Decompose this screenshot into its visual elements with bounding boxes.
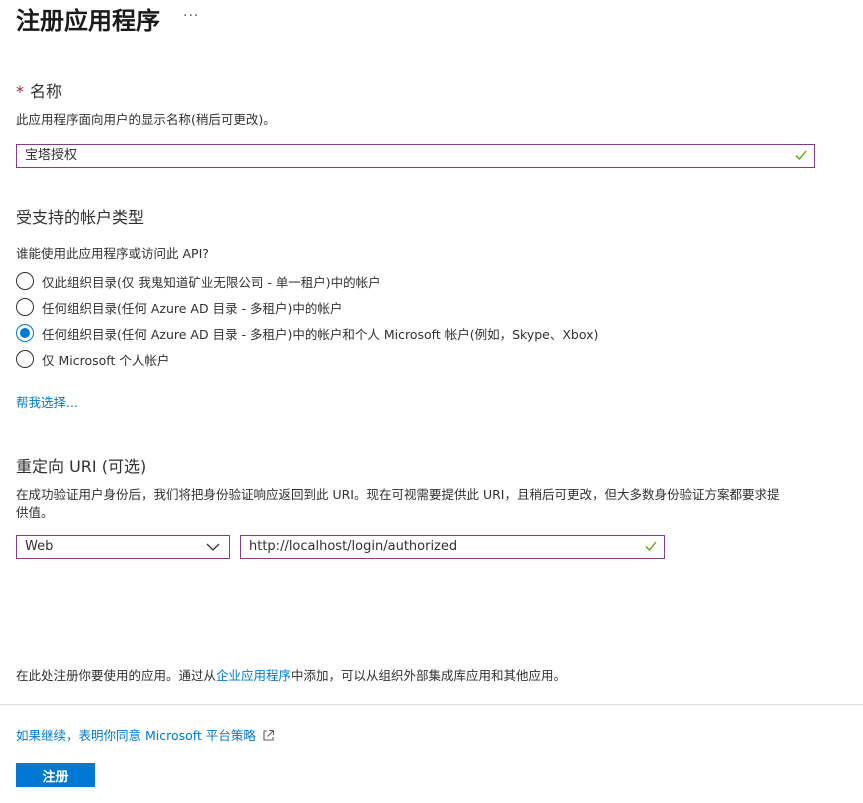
platform-select-value: Web — [25, 539, 54, 554]
radio-label: 任何组织目录(任何 Azure AD 目录 - 多租户)中的帐户和个人 Micr… — [42, 326, 599, 342]
name-label-text: 名称 — [30, 82, 63, 101]
name-label: * 名称 — [16, 81, 62, 103]
footer-note-prefix: 在此处注册你要使用的应用。通过从 — [16, 668, 217, 683]
platform-policy-link[interactable]: 如果继续，表明你同意 Microsoft 平台策略 — [16, 725, 275, 744]
name-input-value: 宝塔授权 — [25, 148, 78, 163]
help-me-choose-link[interactable]: 帮我选择... — [16, 392, 78, 411]
radio-button-selected[interactable] — [16, 324, 34, 342]
check-icon — [645, 541, 657, 551]
radio-label: 仅此组织目录(仅 我鬼知道矿业无限公司 - 单一租户)中的帐户 — [42, 274, 381, 290]
account-types-heading: 受支持的帐户类型 — [16, 208, 145, 227]
platform-select[interactable]: Web — [16, 535, 230, 559]
external-link-icon — [263, 729, 274, 741]
required-star: * — [16, 82, 24, 101]
radio-option-multi-tenant[interactable]: 任何组织目录(任何 Azure AD 目录 - 多租户)中的帐户 — [16, 297, 342, 317]
register-button[interactable]: 注册 — [16, 763, 95, 787]
divider — [0, 704, 863, 705]
radio-button[interactable] — [16, 298, 34, 316]
check-icon — [795, 150, 807, 160]
radio-label: 任何组织目录(任何 Azure AD 目录 - 多租户)中的帐户 — [42, 300, 343, 316]
redirect-uri-input-value: http://localhost/login/authorized — [249, 539, 458, 554]
radio-option-personal-only[interactable]: 仅 Microsoft 个人帐户 — [16, 349, 169, 369]
platform-policy-link-text: 如果继续，表明你同意 Microsoft 平台策略 — [16, 728, 256, 743]
redirect-uri-description: 在成功验证用户身份后，我们将把身份验证响应返回到此 URI。现在可视需要提供此 … — [16, 486, 836, 522]
more-options-icon[interactable]: ··· — [183, 8, 199, 24]
redirect-uri-heading: 重定向 URI (可选) — [16, 457, 147, 476]
name-description: 此应用程序面向用户的显示名称(稍后可更改)。 — [16, 112, 276, 127]
radio-option-multi-tenant-personal[interactable]: 任何组织目录(任何 Azure AD 目录 - 多租户)中的帐户和个人 Micr… — [16, 323, 598, 343]
radio-button[interactable] — [16, 272, 34, 290]
redirect-uri-description-line2: 供值。 — [16, 505, 54, 520]
radio-option-single-tenant[interactable]: 仅此组织目录(仅 我鬼知道矿业无限公司 - 单一租户)中的帐户 — [16, 271, 381, 291]
footer-note: 在此处注册你要使用的应用。通过从企业应用程序中添加，可以从组织外部集成库应用和其… — [16, 667, 566, 685]
account-types-question: 谁能使用此应用程序或访问此 API? — [16, 246, 209, 261]
name-input[interactable]: 宝塔授权 — [16, 144, 815, 168]
footer-note-suffix: 中添加，可以从组织外部集成库应用和其他应用。 — [291, 668, 567, 683]
enterprise-apps-link[interactable]: 企业应用程序 — [216, 668, 291, 683]
redirect-uri-input[interactable]: http://localhost/login/authorized — [240, 535, 665, 559]
chevron-down-icon — [206, 543, 220, 551]
radio-button[interactable] — [16, 350, 34, 368]
redirect-uri-description-line1: 在成功验证用户身份后，我们将把身份验证响应返回到此 URI。现在可视需要提供此 … — [16, 487, 780, 502]
page-title: 注册应用程序 — [16, 7, 160, 35]
radio-label: 仅 Microsoft 个人帐户 — [42, 352, 170, 368]
